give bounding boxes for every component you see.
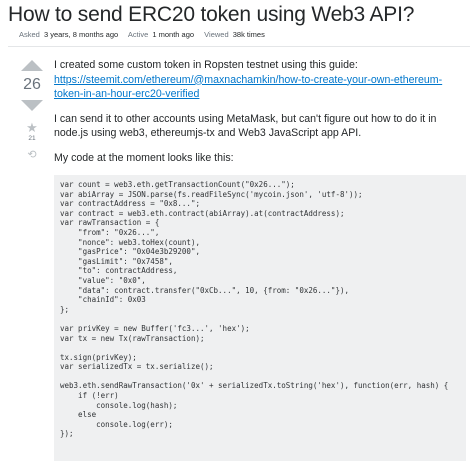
body-paragraph-3: My code at the moment looks like this: [54, 151, 234, 164]
code-line: var abiArray = JSON.parse(fs.readFileSyn… [60, 189, 363, 199]
question-title[interactable]: How to send ERC20 token using Web3 API? [8, 2, 414, 28]
code-line: "value": "0x0", [60, 275, 146, 285]
code-line: var count = web3.eth.getTransactionCount… [60, 180, 295, 189]
code-block: var count = web3.eth.getTransactionCount… [54, 175, 466, 461]
body-paragraph-2: I can send it to other accounts using Me… [54, 112, 437, 140]
asked-label: Asked [19, 30, 40, 39]
code-line: console.log(err); [60, 419, 173, 429]
code-line: "nonce": web3.toHex(count), [60, 237, 200, 247]
code-line: "gasLimit": "0x7458", [60, 256, 173, 266]
code-line: tx.sign(privKey); [60, 352, 137, 362]
code-line: }; [60, 304, 70, 314]
code-line: console.log(hash); [60, 400, 178, 410]
body-paragraph-1: I created some custom token in Ropsten t… [54, 58, 466, 102]
code-line: var rawTransaction = { [60, 218, 160, 228]
viewed-value: 38k times [232, 30, 265, 39]
code-line: web3.eth.sendRawTransaction('0x' + seria… [60, 381, 449, 391]
code-line: else [60, 410, 97, 420]
code-line: var contractAddress = "0x8..."; [60, 199, 200, 209]
arrow-up-icon[interactable] [21, 60, 43, 71]
question-body: I created some custom token in Ropsten t… [54, 58, 466, 461]
code-line: if (!err) [60, 391, 119, 401]
title-divider [8, 46, 470, 47]
vote-count: 26 [23, 76, 41, 93]
code-line: "from": "0x26...", [60, 227, 160, 237]
active-value[interactable]: 1 month ago [152, 30, 194, 39]
code-line: "data": contract.transfer("0xCb...", 10,… [60, 285, 349, 295]
vote-cell: 26 ★ 21 ⟲ [14, 60, 50, 161]
asked-value: 3 years, 8 months ago [43, 30, 119, 39]
history-icon[interactable]: ⟲ [14, 148, 50, 161]
code-line: var contract = web3.eth.contract(abiArra… [60, 208, 345, 218]
code-line: "gasPrice": "0x04e3b29200", [60, 247, 200, 257]
viewed-label: Viewed [204, 30, 229, 39]
code-line: var privKey = new Buffer('fc3...', 'hex'… [60, 323, 250, 333]
code-line: "chainId": 0x03 [60, 295, 146, 305]
star-icon[interactable]: ★ [14, 121, 50, 134]
code-line: }); [60, 429, 74, 439]
favorite-count: 21 [28, 135, 36, 142]
body-paragraph-1-text: I created some custom token in Ropsten t… [54, 59, 358, 71]
question-meta: Asked 3 years, 8 months ago Active 1 mon… [19, 30, 273, 39]
active-label: Active [127, 30, 149, 39]
code-line: var tx = new Tx(rawTransaction); [60, 333, 205, 343]
code-line: var serializedTx = tx.serialize(); [60, 362, 214, 372]
code-line: "to": contractAddress, [60, 266, 178, 276]
guide-link[interactable]: https://steemit.com/ethereum/@maxnachamk… [54, 74, 442, 101]
arrow-down-icon[interactable] [21, 100, 43, 111]
